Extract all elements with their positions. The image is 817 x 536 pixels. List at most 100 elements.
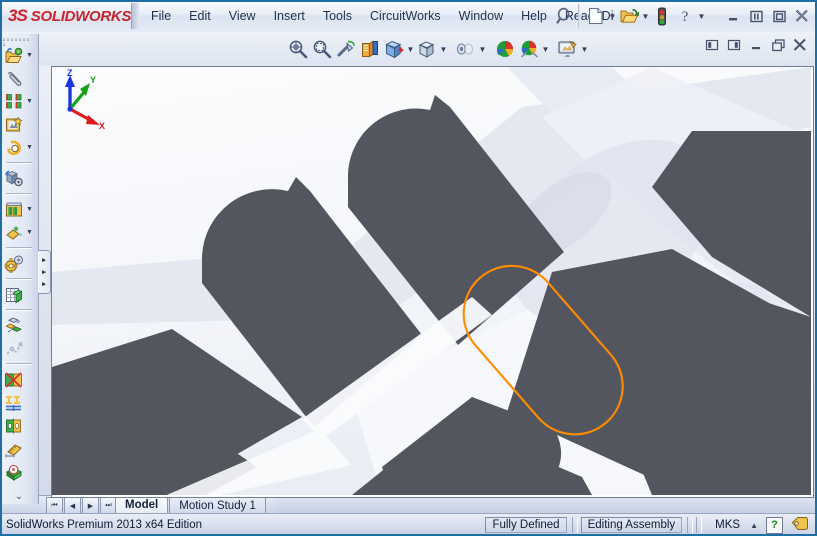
hide-show-items-caret-icon[interactable]: ▼ (478, 37, 487, 61)
units-caret-icon[interactable]: ▲ (750, 521, 758, 530)
restore-down-left-button[interactable] (703, 36, 721, 54)
left-toolbar-separator-3 (6, 247, 32, 249)
assembly-features-glyph (3, 199, 25, 220)
left-toolbar-separator-2 (6, 193, 32, 195)
zoom-to-fit-icon[interactable] (286, 35, 310, 63)
view-settings-icon[interactable] (556, 35, 580, 63)
tab-motion-study-1[interactable]: Motion Study 1 (169, 497, 266, 514)
menu-bar: 3S SOLIDWORKS File Edit View Insert Tool… (0, 0, 817, 33)
help-caret-icon[interactable]: ▼ (697, 4, 706, 28)
menu-file[interactable]: File (142, 5, 180, 27)
edit-component-icon[interactable]: ▼ (2, 44, 36, 67)
clearance-verification-icon[interactable] (2, 391, 36, 414)
hole-alignment-icon[interactable] (2, 414, 36, 437)
display-style-caret-icon[interactable]: ▼ (439, 37, 448, 61)
edit-appearance-icon[interactable] (493, 35, 517, 63)
performance-evaluation-icon[interactable] (2, 460, 36, 483)
move-component-caret-icon[interactable]: ▼ (26, 144, 33, 151)
menubar-separator (578, 4, 580, 28)
linear-component-pattern-caret-icon[interactable]: ▼ (26, 98, 33, 105)
reference-geometry-icon[interactable]: ▼ (2, 221, 36, 244)
open-document-icon[interactable] (618, 4, 640, 28)
search-icon[interactable] (556, 7, 574, 25)
svg-text:?: ? (682, 9, 689, 25)
document-tabs: Model Motion Study 1 (115, 496, 267, 514)
new-motion-study-glyph (3, 253, 25, 274)
apply-scene-icon[interactable] (517, 35, 541, 63)
explode-line-sketch-glyph (3, 338, 25, 359)
document-minimize-button[interactable] (747, 36, 765, 54)
status-separator-2 (687, 517, 694, 533)
apply-scene-caret-icon[interactable]: ▼ (541, 37, 550, 61)
tab-next-button[interactable]: ▶ (82, 497, 99, 514)
tab-prev-button[interactable]: ◀ (64, 497, 81, 514)
chevron-double-down-icon[interactable]: ⌄ (0, 491, 38, 502)
status-units[interactable]: MKS (705, 519, 750, 531)
edit-component-caret-icon[interactable]: ▼ (26, 52, 33, 59)
view-toolbar: ▼ ▼ ▼ ▼ ▼ (0, 32, 817, 66)
measure-icon[interactable] (2, 437, 36, 460)
hole-alignment-glyph (3, 415, 25, 436)
status-help-icon[interactable]: ? (766, 516, 783, 534)
flyout-arrow-2: ▸ (42, 268, 46, 276)
restore-button[interactable] (746, 6, 766, 26)
view-settings-caret-icon[interactable]: ▼ (580, 37, 589, 61)
model-render[interactable]: Z Y X (52, 67, 811, 495)
display-style-icon[interactable] (415, 35, 439, 63)
tab-first-button[interactable]: ⏮ (46, 497, 63, 514)
status-sketch-state: Fully Defined (485, 517, 567, 533)
menu-edit[interactable]: Edit (180, 5, 220, 27)
assembly-features-icon[interactable]: ▼ (2, 198, 36, 221)
open-document-caret-icon[interactable]: ▼ (641, 4, 650, 28)
menu-insert[interactable]: Insert (265, 5, 314, 27)
document-window-controls (703, 36, 809, 54)
document-close-button[interactable] (791, 36, 809, 54)
exploded-view-glyph (3, 315, 25, 336)
tab-model[interactable]: Model (115, 496, 169, 514)
menu-help[interactable]: Help (512, 5, 556, 27)
help-question-icon[interactable]: ? (674, 4, 696, 28)
menu-circuitworks[interactable]: CircuitWorks (361, 5, 450, 27)
hide-show-items-icon[interactable] (454, 35, 478, 63)
minimize-button[interactable] (723, 6, 743, 26)
menu-view[interactable]: View (220, 5, 265, 27)
exploded-view-icon[interactable] (2, 314, 36, 337)
insert-components-icon[interactable] (2, 67, 36, 90)
smart-fasteners-icon[interactable] (2, 113, 36, 136)
maximize-button[interactable] (769, 6, 789, 26)
tag-icon[interactable] (791, 516, 809, 534)
solidworks-logo: 3S SOLIDWORKS (8, 5, 131, 27)
restore-down-right-button[interactable] (725, 36, 743, 54)
tab-strip-filler (276, 497, 817, 514)
left-toolbar-separator-4 (6, 278, 32, 280)
assembly-features-caret-icon[interactable]: ▼ (26, 206, 33, 213)
logo-wordmark: SOLIDWORKS (30, 7, 132, 25)
toolbar-grip[interactable] (131, 3, 139, 29)
graphics-area[interactable]: Z Y X (51, 66, 814, 498)
reference-geometry-caret-icon[interactable]: ▼ (26, 229, 33, 236)
feature-manager-flyout-handle[interactable]: ▸ ▸ ▸ (38, 250, 51, 294)
section-view-icon[interactable] (358, 35, 382, 63)
menu-window[interactable]: Window (450, 5, 512, 27)
new-document-caret-icon[interactable]: ▼ (608, 4, 617, 28)
left-toolbar-grip[interactable] (3, 36, 33, 46)
assembly-command-toolbar: ▼ ▼ ▼ ▼ ▼ ⌄ (0, 34, 39, 504)
move-component-glyph (3, 137, 25, 158)
document-restore-button[interactable] (769, 36, 787, 54)
previous-view-icon[interactable] (334, 35, 358, 63)
view-orientation-icon[interactable] (382, 35, 406, 63)
show-hidden-components-icon[interactable] (2, 167, 36, 190)
move-component-icon[interactable]: ▼ (2, 136, 36, 159)
menu-tools[interactable]: Tools (314, 5, 361, 27)
show-hidden-components-glyph (3, 168, 25, 189)
view-orientation-caret-icon[interactable]: ▼ (406, 37, 415, 61)
interference-detection-icon[interactable] (2, 368, 36, 391)
new-motion-study-icon[interactable] (2, 252, 36, 275)
linear-component-pattern-icon[interactable]: ▼ (2, 90, 36, 113)
zoom-to-area-icon[interactable] (310, 35, 334, 63)
new-document-icon[interactable] (585, 4, 607, 28)
bill-of-materials-icon[interactable] (2, 283, 36, 306)
close-button[interactable] (792, 6, 812, 26)
rebuild-traffic-light-icon[interactable] (651, 4, 673, 28)
explode-line-sketch-icon[interactable] (2, 337, 36, 360)
